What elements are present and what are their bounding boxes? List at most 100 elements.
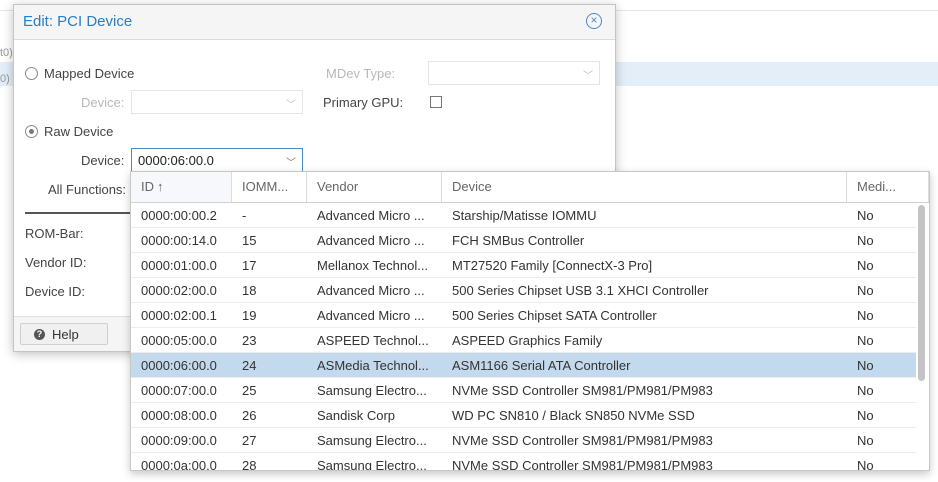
cell-mediated-devices: No: [857, 358, 874, 373]
table-row[interactable]: 0000:02:00.0 18 Advanced Micro ... 500 Seri…: [131, 278, 916, 303]
cell-id: 0000:08:00.0: [141, 408, 217, 423]
column-header-vendor[interactable]: Vendor: [307, 172, 442, 202]
mapped-device-field-label: Device:: [81, 95, 125, 110]
device-picker-grid: ID ↑ IOMM... Vendor Device Medi... 0000:0…: [130, 171, 930, 471]
cell-device: MT27520 Family [ConnectX-3 Pro]: [452, 258, 653, 273]
column-header-label: Vendor: [317, 179, 359, 194]
cell-id: 0000:00:00.2: [141, 208, 217, 223]
cell-device: Starship/Matisse IOMMU: [452, 208, 597, 223]
cell-id: 0000:01:00.0: [141, 258, 217, 273]
cell-vendor: Advanced Micro ...: [317, 233, 425, 248]
mapped-device-radio[interactable]: [25, 67, 38, 80]
cell-mediated-devices: No: [857, 283, 874, 298]
column-header-iommu[interactable]: IOMM...: [232, 172, 307, 202]
chevron-down-icon: ﹀: [286, 158, 296, 169]
device-id-label: Device ID:: [25, 284, 85, 299]
cell-id: 0000:02:00.0: [141, 283, 217, 298]
grid-body: 0000:00:00.2 - Advanced Micro ... Starship/…: [131, 203, 916, 471]
background-fragment: t0): [0, 47, 13, 59]
sort-ascending-icon: ↑: [157, 179, 164, 194]
cell-id: 0000:05:00.0: [141, 333, 217, 348]
table-row[interactable]: 0000:05:00.0 23 ASPEED Technol... ASPEED Gr…: [131, 328, 916, 353]
raw-device-combo[interactable]: 0000:06:00.0 ﹀: [131, 148, 303, 172]
cell-iommu-group: 17: [242, 258, 257, 273]
mapped-device-combo[interactable]: ﹀: [131, 90, 303, 114]
cell-iommu-group: 18: [242, 283, 257, 298]
table-row[interactable]: 0000:08:00.0 26 Sandisk Corp WD PC SN810 / …: [131, 403, 916, 428]
table-row[interactable]: 0000:0a:00.0 28 Samsung Electro... NVMe SSD…: [131, 453, 916, 471]
column-header-label: Medi...: [857, 179, 897, 194]
cell-device: 500 Series Chipset USB 3.1 XHCI Controll…: [452, 283, 709, 298]
cell-id: 0000:00:14.0: [141, 233, 217, 248]
cell-iommu-group: 24: [242, 358, 257, 373]
cell-iommu-group: 15: [242, 233, 257, 248]
raw-device-value: 0000:06:00.0: [138, 153, 214, 168]
cell-iommu-group: 23: [242, 333, 257, 348]
table-row[interactable]: 0000:01:00.0 17 Mellanox Technol... MT27520…: [131, 253, 916, 278]
cell-mediated-devices: No: [857, 383, 874, 398]
cell-vendor: Advanced Micro ...: [317, 283, 425, 298]
close-icon[interactable]: ×: [586, 13, 602, 29]
cell-mediated-devices: No: [857, 458, 874, 471]
all-functions-label: All Functions:: [48, 182, 127, 197]
raw-device-field-label: Device:: [81, 153, 125, 168]
help-button[interactable]: ? Help: [20, 323, 108, 345]
cell-device: NVMe SSD Controller SM981/PM981/PM983: [452, 433, 713, 448]
cell-vendor: Advanced Micro ...: [317, 208, 425, 223]
raw-device-radio[interactable]: [25, 125, 38, 138]
cell-mediated-devices: No: [857, 333, 874, 348]
cell-device: NVMe SSD Controller SM981/PM981/PM983: [452, 383, 713, 398]
cell-device: 500 Series Chipset SATA Controller: [452, 308, 657, 323]
column-header-label: ID: [141, 179, 154, 194]
cell-id: 0000:02:00.1: [141, 308, 217, 323]
cell-iommu-group: 26: [242, 408, 257, 423]
mdev-type-combo[interactable]: ﹀: [428, 61, 600, 85]
cell-mediated-devices: No: [857, 308, 874, 323]
cell-mediated-devices: No: [857, 208, 874, 223]
chevron-down-icon: ﹀: [583, 71, 593, 82]
cell-id: 0000:06:00.0: [141, 358, 217, 373]
table-row[interactable]: 0000:00:00.2 - Advanced Micro ... Starship/…: [131, 203, 916, 228]
cell-vendor: Samsung Electro...: [317, 458, 427, 471]
vendor-id-label: Vendor ID:: [25, 255, 87, 270]
table-row[interactable]: 0000:02:00.1 19 Advanced Micro ... 500 Seri…: [131, 303, 916, 328]
cell-vendor: Samsung Electro...: [317, 433, 427, 448]
cell-device: NVMe SSD Controller SM981/PM981/PM983: [452, 458, 713, 471]
cell-iommu-group: 19: [242, 308, 257, 323]
table-row[interactable]: 0000:09:00.0 27 Samsung Electro... NVMe SSD…: [131, 428, 916, 453]
column-header-id[interactable]: ID ↑: [131, 172, 232, 202]
table-row[interactable]: 0000:00:14.0 15 Advanced Micro ... FCH SMBu…: [131, 228, 916, 253]
dialog-title: Edit: PCI Device: [23, 13, 133, 30]
cell-vendor: ASMedia Technol...: [317, 358, 429, 373]
cell-vendor: Samsung Electro...: [317, 383, 427, 398]
mdev-type-label: MDev Type:: [326, 66, 396, 81]
cell-device: FCH SMBus Controller: [452, 233, 585, 248]
mapped-device-label: Mapped Device: [44, 66, 135, 81]
cell-vendor: Sandisk Corp: [317, 408, 396, 423]
cell-vendor: Mellanox Technol...: [317, 258, 429, 273]
background-fragments: t0) 0): [0, 40, 13, 92]
cell-mediated-devices: No: [857, 258, 874, 273]
cell-id: 0000:0a:00.0: [141, 458, 217, 471]
table-row[interactable]: 0000:07:00.0 25 Samsung Electro... NVMe SSD…: [131, 378, 916, 403]
cell-iommu-group: 25: [242, 383, 257, 398]
cell-mediated-devices: No: [857, 433, 874, 448]
question-icon: ?: [34, 329, 45, 340]
column-header-label: IOMM...: [242, 179, 289, 194]
section-divider: [25, 212, 135, 214]
cell-iommu-group: -: [242, 208, 247, 223]
primary-gpu-label: Primary GPU:: [323, 95, 404, 110]
background-fragment: 0): [0, 73, 10, 85]
cell-mediated-devices: No: [857, 408, 874, 423]
column-header-device[interactable]: Device: [442, 172, 847, 202]
grid-header: ID ↑ IOMM... Vendor Device Medi...: [131, 172, 929, 203]
primary-gpu-checkbox[interactable]: [430, 96, 442, 108]
cell-device: WD PC SN810 / Black SN850 NVMe SSD: [452, 408, 695, 423]
dialog-header: Edit: PCI Device ×: [14, 5, 615, 40]
cell-iommu-group: 28: [242, 458, 257, 471]
grid-scrollbar[interactable]: [918, 205, 925, 381]
table-row-selected[interactable]: 0000:06:00.0 24 ASMedia Technol... ASM1166 …: [131, 353, 916, 378]
cell-vendor: ASPEED Technol...: [317, 333, 429, 348]
column-header-mdev[interactable]: Medi...: [847, 172, 929, 202]
cell-id: 0000:07:00.0: [141, 383, 217, 398]
